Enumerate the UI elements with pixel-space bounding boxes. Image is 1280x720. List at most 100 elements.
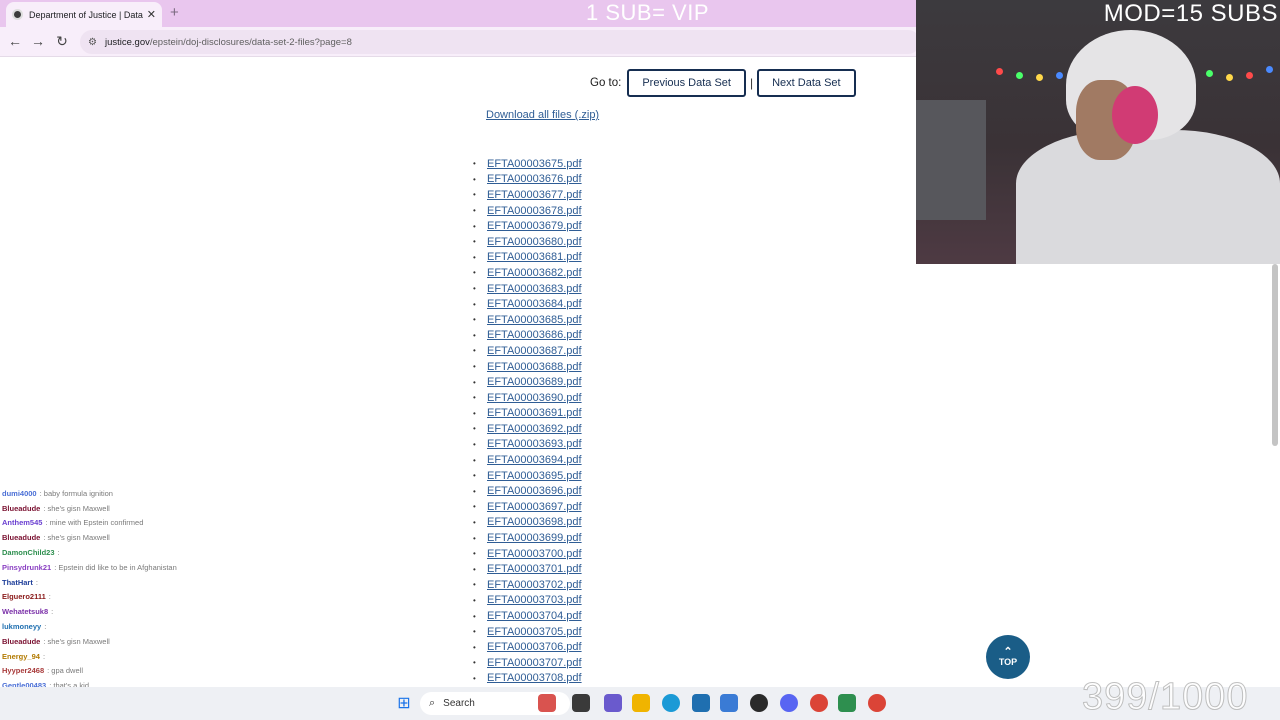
file-link[interactable]: EFTA00003694.pdf xyxy=(487,454,582,466)
webcam-feed: MOD=15 SUBS xyxy=(916,0,1280,264)
file-link[interactable]: EFTA00003687.pdf xyxy=(487,345,582,357)
back-to-top-button[interactable]: ⌃ TOP xyxy=(986,635,1030,679)
file-link[interactable]: EFTA00003679.pdf xyxy=(487,220,582,232)
file-link[interactable]: EFTA00003685.pdf xyxy=(487,314,582,326)
file-explorer-icon[interactable] xyxy=(632,694,650,712)
file-link[interactable]: EFTA00003704.pdf xyxy=(487,610,582,622)
file-link[interactable]: EFTA00003678.pdf xyxy=(487,205,582,217)
file-list-item: • EFTA00003693.pdf xyxy=(473,437,582,453)
task-view-icon[interactable] xyxy=(572,694,590,712)
file-link[interactable]: EFTA00003689.pdf xyxy=(487,376,582,388)
teams-icon[interactable] xyxy=(604,694,622,712)
chat-message: Elguero2111: xyxy=(2,590,242,605)
windows-start-icon[interactable]: ⊞ xyxy=(395,694,413,712)
file-link[interactable]: EFTA00003683.pdf xyxy=(487,283,582,295)
bullet-icon: • xyxy=(473,221,476,231)
discord-icon[interactable] xyxy=(780,694,798,712)
file-link[interactable]: EFTA00003701.pdf xyxy=(487,563,582,575)
app-icon[interactable] xyxy=(838,694,856,712)
file-link[interactable]: EFTA00003693.pdf xyxy=(487,438,582,450)
file-link[interactable]: EFTA00003696.pdf xyxy=(487,485,582,497)
close-tab-icon[interactable]: ✕ xyxy=(147,8,156,21)
file-link[interactable]: EFTA00003681.pdf xyxy=(487,251,582,263)
file-link[interactable]: EFTA00003691.pdf xyxy=(487,407,582,419)
file-link[interactable]: EFTA00003703.pdf xyxy=(487,594,582,606)
file-list-item: • EFTA00003683.pdf xyxy=(473,281,582,297)
bullet-icon: • xyxy=(473,174,476,184)
file-link[interactable]: EFTA00003677.pdf xyxy=(487,189,582,201)
bullet-icon: • xyxy=(473,393,476,403)
chrome-icon[interactable] xyxy=(868,694,886,712)
bullet-icon: • xyxy=(473,564,476,574)
chat-text: : baby formula ignition xyxy=(39,488,113,498)
file-link[interactable]: EFTA00003676.pdf xyxy=(487,173,582,185)
file-link[interactable]: EFTA00003698.pdf xyxy=(487,516,582,528)
file-link[interactable]: EFTA00003699.pdf xyxy=(487,532,582,544)
chat-message: Blueadude: she's gisn Maxwell xyxy=(2,501,242,516)
stream-vip-overlay: 1 SUB= VIP xyxy=(586,0,710,25)
bullet-icon: • xyxy=(473,642,476,652)
file-link[interactable]: EFTA00003684.pdf xyxy=(487,298,582,310)
file-link[interactable]: EFTA00003697.pdf xyxy=(487,501,582,513)
file-list-item: • EFTA00003688.pdf xyxy=(473,359,582,375)
chrome-icon[interactable] xyxy=(810,694,828,712)
file-link[interactable]: EFTA00003708.pdf xyxy=(487,672,582,684)
chat-username: Blueadude xyxy=(2,503,41,513)
file-link[interactable]: EFTA00003695.pdf xyxy=(487,470,582,482)
file-link[interactable]: EFTA00003705.pdf xyxy=(487,626,582,638)
file-list-item: • EFTA00003698.pdf xyxy=(473,515,582,531)
file-link[interactable]: EFTA00003692.pdf xyxy=(487,423,582,435)
forward-arrow-icon[interactable]: → xyxy=(29,33,47,49)
previous-data-set-button[interactable]: Previous Data Set xyxy=(627,69,746,97)
chat-message: Blueadude: she's gisn Maxwell xyxy=(2,634,242,649)
file-link[interactable]: EFTA00003675.pdf xyxy=(487,158,582,170)
stream-goal-counter: 399/1000 xyxy=(1082,676,1249,719)
site-info-icon[interactable]: ⚙ xyxy=(88,37,97,48)
file-link[interactable]: EFTA00003706.pdf xyxy=(487,641,582,653)
file-list-item: • EFTA00003707.pdf xyxy=(473,655,582,671)
back-arrow-icon[interactable]: ← xyxy=(6,33,24,49)
bullet-icon: • xyxy=(473,627,476,637)
bullet-icon: • xyxy=(473,237,476,247)
file-list-item: • EFTA00003702.pdf xyxy=(473,577,582,593)
widget-icon[interactable] xyxy=(538,694,556,712)
bullet-icon: • xyxy=(473,580,476,590)
bullet-icon: • xyxy=(473,377,476,387)
file-list-item: • EFTA00003687.pdf xyxy=(473,343,582,359)
file-link[interactable]: EFTA00003682.pdf xyxy=(487,267,582,279)
address-bar[interactable]: ⚙ justice.gov/epstein/doj-disclosures/da… xyxy=(80,30,920,54)
file-link[interactable]: EFTA00003700.pdf xyxy=(487,548,582,560)
chat-text: : she's gisn Maxwell xyxy=(43,533,110,543)
page-scrollbar[interactable] xyxy=(1270,262,1280,687)
file-link[interactable]: EFTA00003702.pdf xyxy=(487,579,582,591)
file-list-item: • EFTA00003682.pdf xyxy=(473,265,582,281)
file-link[interactable]: EFTA00003707.pdf xyxy=(487,657,582,669)
bullet-icon: • xyxy=(473,330,476,340)
edge-icon[interactable] xyxy=(662,694,680,712)
store-icon[interactable] xyxy=(692,694,710,712)
chat-message: lukmoneyy: xyxy=(2,619,242,634)
download-all-files-link[interactable]: Download all files (.zip) xyxy=(486,109,599,121)
app-icon[interactable] xyxy=(720,694,738,712)
file-list-item: • EFTA00003699.pdf xyxy=(473,530,582,546)
file-link[interactable]: EFTA00003688.pdf xyxy=(487,361,582,373)
file-link[interactable]: EFTA00003686.pdf xyxy=(487,329,582,341)
file-list-item: • EFTA00003677.pdf xyxy=(473,187,582,203)
file-link[interactable]: EFTA00003690.pdf xyxy=(487,392,582,404)
reload-icon[interactable]: ↻ xyxy=(53,33,71,50)
stream-mod-overlay: MOD=15 SUBS xyxy=(1103,0,1278,27)
chat-message: Energy_94: xyxy=(2,649,242,664)
browser-tab[interactable]: Department of Justice | Data Se ✕ xyxy=(6,2,162,27)
app-icon[interactable] xyxy=(750,694,768,712)
scrollbar-thumb[interactable] xyxy=(1272,264,1278,446)
file-link[interactable]: EFTA00003680.pdf xyxy=(487,236,582,248)
next-data-set-button[interactable]: Next Data Set xyxy=(757,69,856,97)
file-list-item: • EFTA00003675.pdf xyxy=(473,156,582,172)
bullet-icon: • xyxy=(473,517,476,527)
chat-text: : xyxy=(35,577,38,587)
new-tab-button[interactable]: + xyxy=(170,4,179,21)
light-bulb xyxy=(1016,72,1023,79)
file-list-item: • EFTA00003684.pdf xyxy=(473,296,582,312)
light-bulb xyxy=(1226,74,1233,81)
file-list-item: • EFTA00003706.pdf xyxy=(473,639,582,655)
